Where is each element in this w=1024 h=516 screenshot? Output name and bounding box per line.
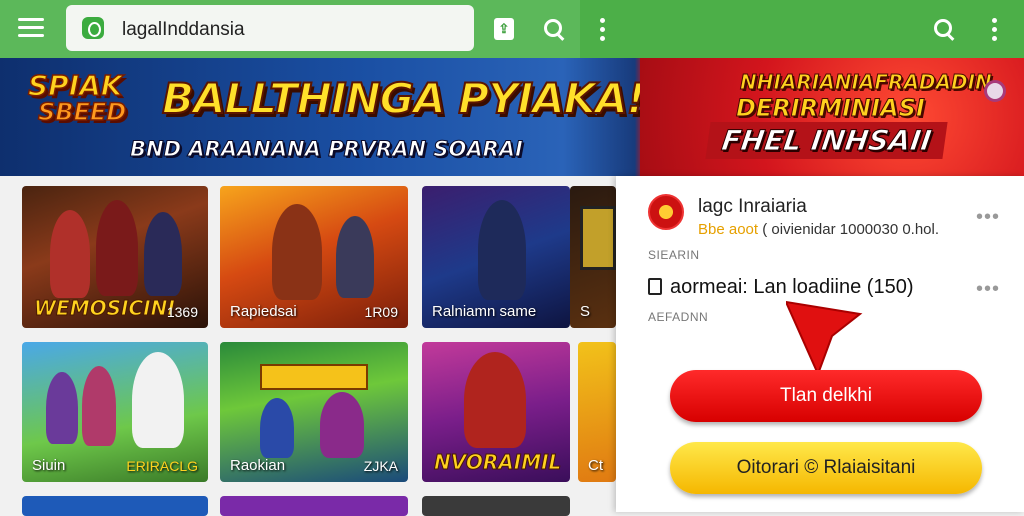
game-title: S [580,303,591,320]
game-card[interactable]: Raokian ZJKA [220,342,408,482]
app-detail-panel: lagc Inraiaria Bbe aoot ( oivienidar 100… [616,176,1024,512]
banner-right-line-2: DERIRMINIASI [736,94,926,123]
document-icon [648,278,662,295]
game-title: Rapiedsai [230,303,297,320]
game-card[interactable]: S [570,186,616,328]
game-title: Ct [588,457,603,474]
game-card[interactable] [220,496,408,516]
secondary-action-button[interactable]: Oitorari © Rlaiaisitani [670,442,982,494]
play-store-icon [82,17,104,39]
app-subtitle-highlight: Bbe aoot [698,221,759,238]
download-label: aormeai: Lan loadiine (150) [670,276,914,298]
banner-left: SPIAK SBEED BALLTHINGA PYIAKA! BND ARAAN… [0,58,647,176]
game-badge: ERIRACLG [126,458,198,474]
more-horiz-icon[interactable]: ••• [976,206,1000,229]
app-avatar [648,194,684,230]
game-thumbnail [580,206,616,270]
character-figure [132,352,184,448]
banner-right-line-3: FHEL INHSAII [705,122,948,159]
character-figure [478,200,526,300]
more-menu-button[interactable] [580,0,624,58]
search-query-text: lagalInddansia [122,19,245,40]
character-figure [46,372,78,444]
game-card[interactable] [422,496,570,516]
hamburger-icon[interactable] [18,18,44,38]
game-title: NVORAIMIL [433,450,562,475]
game-card[interactable]: NVORAIMIL [422,342,570,482]
search-button[interactable] [532,0,576,58]
top-app-bar: lagalInddansia ⇪ [0,0,1024,58]
more-vert-icon [599,17,605,41]
character-figure [272,204,322,300]
search-input[interactable]: lagalInddansia [66,5,474,51]
app-subtitle: Bbe aoot ( oivienidar 1000030 0.hol. [698,221,939,238]
search-icon [544,19,564,39]
promo-banner[interactable]: SPIAK SBEED BALLTHINGA PYIAKA! BND ARAAN… [0,58,1024,176]
banner-right: NHIARIANIAFRADADIN DERIRMINIASI FHEL INH… [640,58,1024,176]
app-name: lagc Inraiaria [698,196,807,217]
game-card[interactable]: Ct [578,342,616,482]
character-figure [464,352,526,448]
game-card[interactable]: Rapiedsai 1R09 [220,186,408,328]
game-badge: 1R09 [364,304,398,320]
app-subtitle-rest: ( oivienidar 1000030 0.hol. [762,221,940,238]
share-icon: ⇪ [494,18,514,40]
game-title: WEMOSICINI [34,296,176,321]
more-menu-button-right[interactable] [972,0,1016,58]
download-info: aormeai: Lan loadiine (150) [648,276,914,299]
game-badge: 1369 [166,304,198,320]
game-title: Raokian [230,457,286,474]
game-title: Ralniamn same [432,303,537,320]
banner-right-line-1: NHIARIANIAFRADADIN [740,70,993,95]
character-figure [320,392,364,458]
game-card[interactable]: WEMOSICINI 1369 [22,186,208,328]
pointer-arrow-icon [786,300,863,374]
install-button[interactable]: Tlan delkhi [670,370,982,422]
game-badge: ZJKA [363,458,398,474]
splash-line-1: SPIAK [27,69,123,102]
game-card[interactable]: Siuin ERIRACLG [22,342,208,482]
app-tag: SIEARIN [648,248,700,262]
banner-headline: BALLTHINGA PYIAKA! [161,73,647,124]
app-tag: AEFADNN [648,310,709,324]
character-figure [336,216,374,298]
character-figure [50,210,90,298]
banner-toggle-icon[interactable] [984,80,1006,102]
share-button[interactable]: ⇪ [482,0,526,58]
game-card[interactable]: Ralniamn same [422,186,570,328]
character-figure [260,398,294,458]
game-card[interactable] [22,496,208,516]
banner-subline: BND ARAANANA PRVRAN SOARAI [130,137,524,162]
splash-line-2: SBEED [37,98,127,126]
game-title: Siuin [32,457,66,474]
character-figure [96,200,138,296]
more-vert-icon [991,17,997,41]
search-icon [934,19,954,39]
search-button-right[interactable] [922,0,966,58]
character-figure [144,212,182,296]
character-figure [82,366,116,446]
more-horiz-icon[interactable]: ••• [976,278,1000,301]
game-logo-plate [260,364,368,390]
